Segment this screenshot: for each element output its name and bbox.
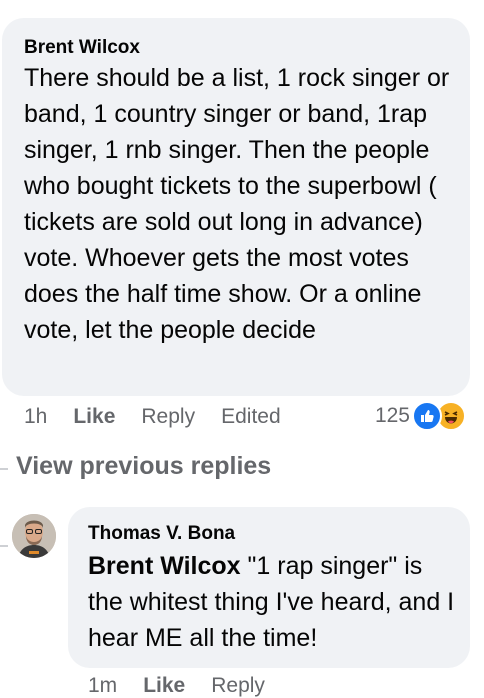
reply-actions: 1m Like Reply [88,674,291,698]
avatar[interactable] [12,514,56,558]
mention-link[interactable]: Brent Wilcox [88,552,241,580]
comment-author[interactable]: Brent Wilcox [24,37,140,59]
reply-text: Brent Wilcox "1 rap singer" is the white… [88,548,458,656]
reply-bubble: Thomas V. Bona Brent Wilcox "1 rap singe… [68,507,470,668]
edited-label[interactable]: Edited [221,405,281,429]
comment-text: There should be a list, 1 rock singer or… [24,64,450,344]
reactions-summary[interactable]: 125 [375,401,466,431]
thread-connector [0,545,8,547]
like-icon [412,401,442,431]
reply-author[interactable]: Thomas V. Bona [88,523,235,545]
comment-actions: 1h Like Reply Edited [24,405,307,429]
reply-button[interactable]: Reply [211,674,265,698]
reaction-count: 125 [374,404,410,427]
thread-connector [0,468,8,470]
comment-bubble: Brent Wilcox There should be a list, 1 r… [2,18,470,396]
reply-time[interactable]: 1m [88,674,117,698]
like-button[interactable]: Like [143,674,185,698]
comment-time[interactable]: 1h [24,405,47,429]
reply-button[interactable]: Reply [141,405,195,429]
like-button[interactable]: Like [73,405,115,429]
view-previous-replies-link[interactable]: View previous replies [16,452,271,481]
